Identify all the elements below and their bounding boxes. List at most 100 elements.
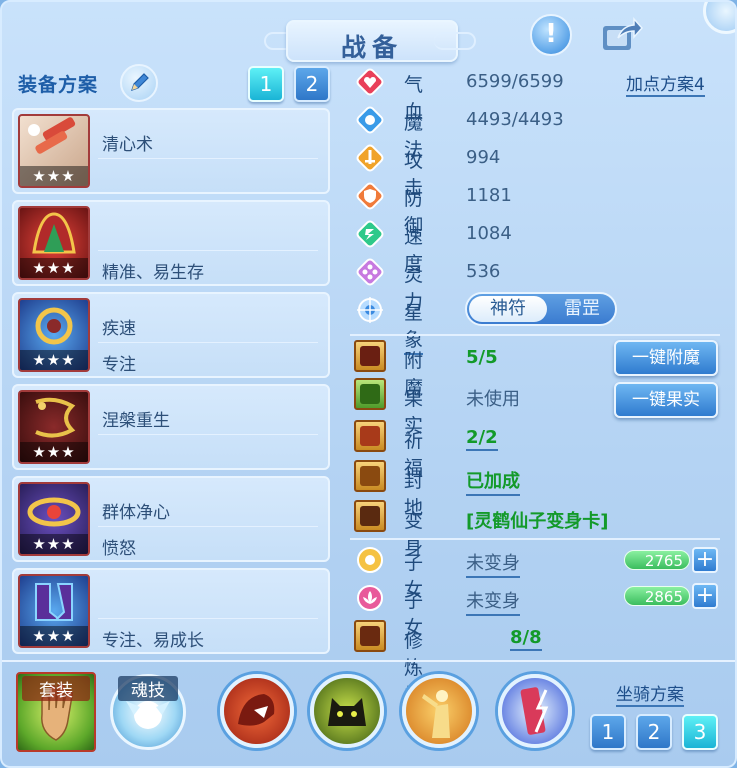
lightning-scroll-icon (520, 687, 549, 735)
equip-plan-2-button[interactable]: 2 (294, 66, 330, 102)
equip-slot-helmet[interactable]: ★★★ 精准、易生存 (12, 200, 330, 286)
fruit-icon (354, 378, 386, 410)
title-ornament-right (434, 32, 476, 50)
mount-plan-1-button[interactable]: 1 (590, 714, 626, 750)
star-rating: ★★★ (20, 626, 88, 646)
child-add-button[interactable]: + (692, 583, 718, 609)
equip-effect-secondary: 愤怒 (102, 539, 136, 559)
divider (98, 618, 318, 619)
speed-icon (356, 220, 384, 248)
star-rating: ★★★ (20, 258, 88, 278)
title-plate: 战备 (286, 20, 458, 62)
stat-value: 994 (466, 147, 501, 168)
belt-icon: ★★★ (18, 482, 90, 556)
star-rating: ★★★ (20, 442, 88, 462)
enhance-value: [灵鹤仙子变身卡] (466, 511, 609, 532)
equipment-panel: 战备 ! 装备方案 1 2 ★★★ 清心术 ★★★ 精准、易生存 ★★★ 疾速 … (0, 0, 737, 768)
add-point-plan-link[interactable]: 加点方案4 (626, 70, 705, 97)
beast-roar-icon (238, 694, 275, 726)
mount-plan-2-button[interactable]: 2 (636, 714, 672, 750)
equip-effect-primary: 群体净心 (102, 503, 170, 523)
equip-slot-weapon[interactable]: ★★★ 清心术 (12, 108, 330, 194)
stat-value: 1084 (466, 223, 512, 244)
skill-slot-4[interactable] (498, 674, 572, 748)
stat-value: 4493/4493 (466, 109, 564, 130)
cultivation-value[interactable]: 8/8 (510, 627, 542, 651)
pencil-icon (131, 73, 149, 91)
lotus-icon (357, 585, 383, 611)
soul-skill-label: 魂技 (118, 676, 178, 701)
stat-value: 1181 (466, 185, 512, 206)
divider (98, 526, 318, 527)
divider (98, 250, 318, 251)
plus-icon: + (695, 583, 715, 608)
one-click-enchant-button[interactable]: 一键附魔 (614, 340, 718, 376)
armor-icon: ★★★ (18, 390, 90, 464)
close-orb-icon[interactable] (703, 2, 735, 34)
stat-value: 536 (466, 261, 501, 282)
child-power-bar: 2865 (624, 586, 690, 606)
fief-icon (354, 460, 386, 492)
edit-plan-button[interactable] (120, 64, 158, 102)
plus-icon: + (695, 547, 715, 572)
equip-slot-belt[interactable]: ★★★ 群体净心 愤怒 (12, 476, 330, 562)
divider (350, 538, 720, 540)
share-icon (603, 17, 644, 50)
stat-value: 6599/6599 (466, 71, 564, 92)
child-status[interactable]: 未变身 (466, 549, 520, 578)
child-add-button[interactable]: + (692, 547, 718, 573)
one-click-fruit-button[interactable]: 一键果实 (614, 382, 718, 418)
star-sign-toggle[interactable]: 神符 雷罡 (465, 292, 617, 326)
star-rating: ★★★ (20, 350, 88, 370)
share-button[interactable] (600, 16, 644, 52)
equip-slot-necklace[interactable]: ★★★ 疾速 专注 (12, 292, 330, 378)
enchant-icon (354, 340, 386, 372)
golden-warrior-icon (422, 690, 450, 738)
mana-icon (356, 106, 384, 134)
title-banner: 战备 (264, 14, 476, 62)
enhance-value[interactable]: 已加成 (466, 467, 520, 496)
equip-effect-primary: 涅槃重生 (102, 411, 170, 431)
spirit-icon (356, 258, 384, 286)
enhance-value: 未使用 (466, 389, 520, 410)
star-sign-option-shenfu[interactable]: 神符 (469, 296, 547, 322)
equip-effect-primary: 疾速 (102, 319, 136, 339)
skill-slot-3[interactable] (402, 674, 476, 748)
shield-icon (356, 182, 384, 210)
sun-icon (357, 547, 383, 573)
star-rating: ★★★ (20, 534, 88, 554)
transform-icon (354, 500, 386, 532)
info-button[interactable]: ! (530, 14, 572, 56)
equip-slot-boots[interactable]: ★★★ 专注、易成长 (12, 568, 330, 654)
necklace-icon: ★★★ (18, 298, 90, 372)
enhance-value: 5/5 (466, 347, 498, 368)
heart-icon (356, 68, 384, 96)
equip-effect-primary: 清心术 (102, 135, 153, 155)
equip-slot-armor[interactable]: ★★★ 涅槃重生 (12, 384, 330, 470)
suit-label: 套装 (22, 676, 90, 701)
skill-slot-2[interactable] (310, 674, 384, 748)
boots-icon: ★★★ (18, 574, 90, 648)
equip-effect-secondary: 精准、易生存 (102, 263, 204, 283)
equip-plan-label: 装备方案 (18, 74, 99, 96)
child-power-bar: 2765 (624, 550, 690, 570)
enhance-value[interactable]: 2/2 (466, 427, 498, 451)
child-status[interactable]: 未变身 (466, 587, 520, 616)
equip-effect-secondary: 专注 (102, 355, 136, 375)
exclamation-icon: ! (545, 19, 557, 49)
shadow-cat-icon (328, 698, 366, 726)
weapon-icon: ★★★ (18, 114, 90, 188)
blessing-icon (354, 420, 386, 452)
mount-plan-3-button[interactable]: 3 (682, 714, 718, 750)
equip-effect-secondary: 专注、易成长 (102, 631, 204, 651)
cultivation-icon (354, 620, 386, 652)
star-sign-option-leigang[interactable]: 雷罡 (551, 296, 613, 322)
mount-plan-label[interactable]: 坐骑方案 (616, 680, 684, 707)
equip-plan-1-button[interactable]: 1 (248, 66, 284, 102)
page-title: 战备 (340, 33, 403, 62)
skill-slot-1[interactable] (220, 674, 294, 748)
star-sign-icon (357, 297, 383, 323)
helmet-icon: ★★★ (18, 206, 90, 280)
divider (98, 342, 318, 343)
star-rating: ★★★ (20, 166, 88, 186)
